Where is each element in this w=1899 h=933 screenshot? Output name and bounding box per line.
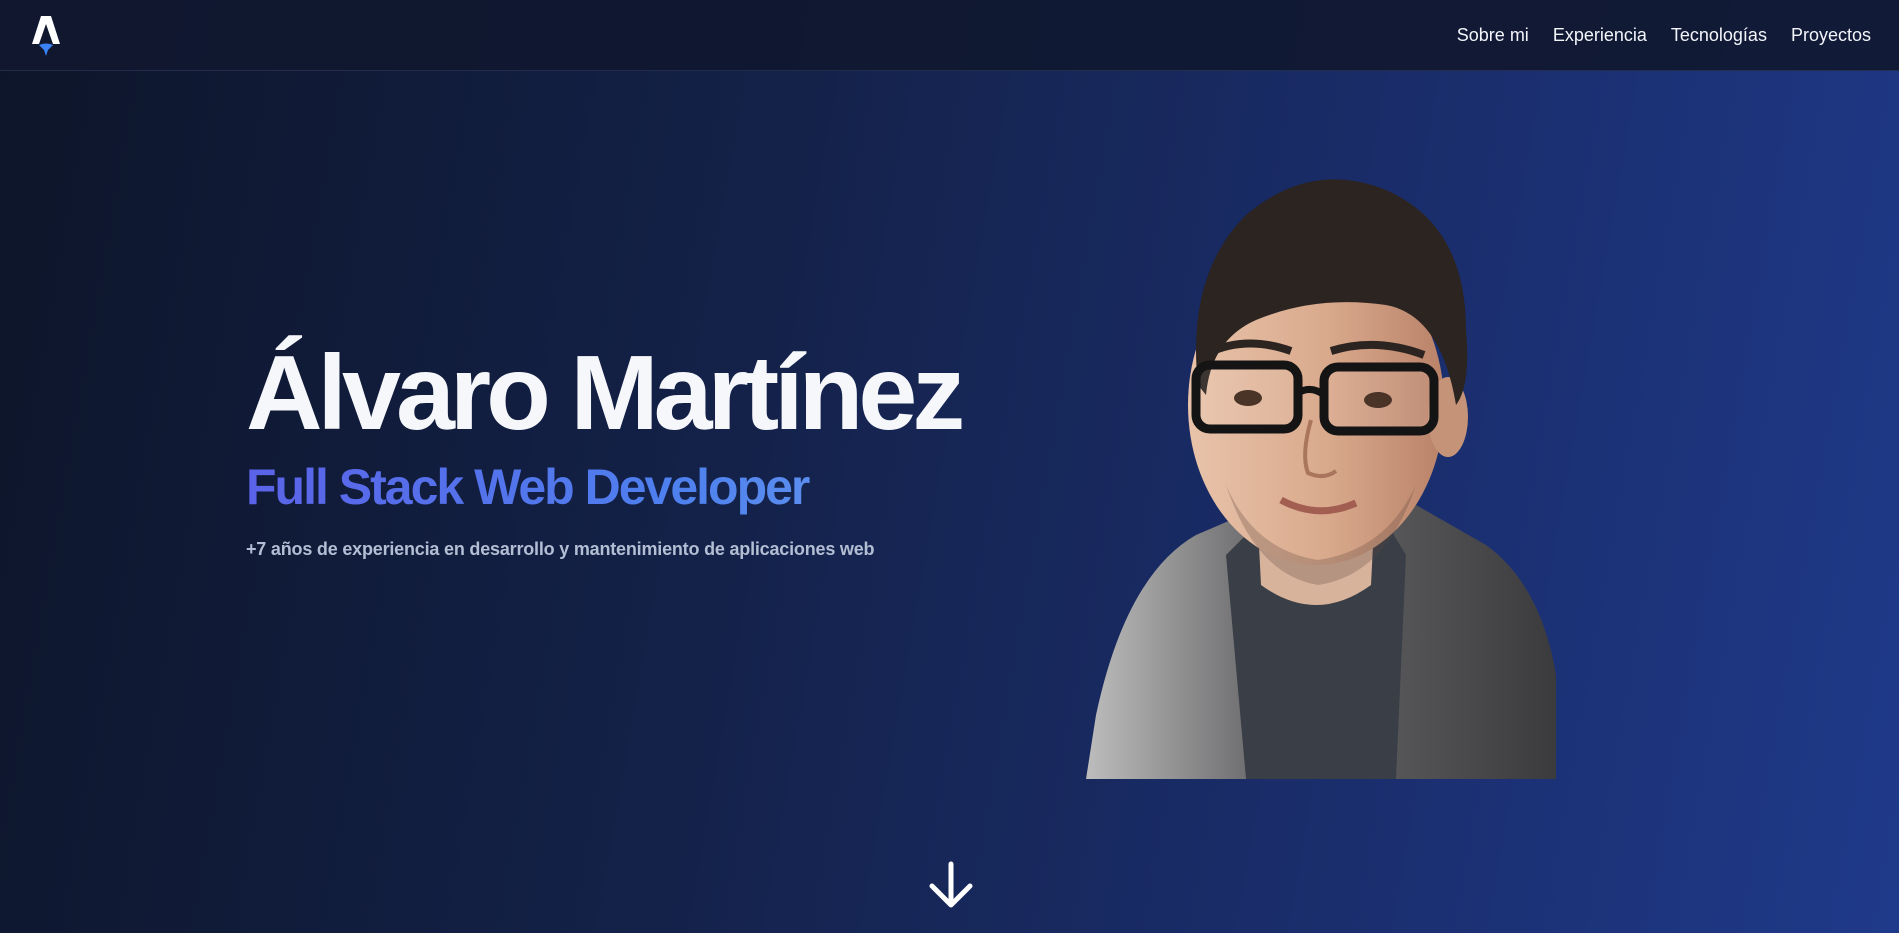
hero-role: Full Stack Web Developer	[246, 460, 1026, 515]
profile-photo	[1086, 179, 1556, 779]
hero-name: Álvaro Martínez	[246, 334, 965, 452]
site-header: Sobre mi Experiencia Tecnologías Proyect…	[0, 0, 1899, 71]
nav-link-proyectos[interactable]: Proyectos	[1791, 25, 1871, 46]
nav-link-sobre-mi[interactable]: Sobre mi	[1457, 25, 1529, 46]
hero-description: +7 años de experiencia en desarrollo y m…	[246, 539, 875, 559]
nav-link-experiencia[interactable]: Experiencia	[1553, 25, 1647, 46]
hero-intro: Álvaro Martínez Full Stack Web Developer…	[246, 340, 1026, 560]
nav-link-tecnologias[interactable]: Tecnologías	[1671, 25, 1767, 46]
arrow-down-icon[interactable]	[926, 860, 976, 910]
main-nav: Sobre mi Experiencia Tecnologías Proyect…	[1457, 25, 1871, 46]
astro-logo-icon[interactable]	[30, 14, 62, 56]
